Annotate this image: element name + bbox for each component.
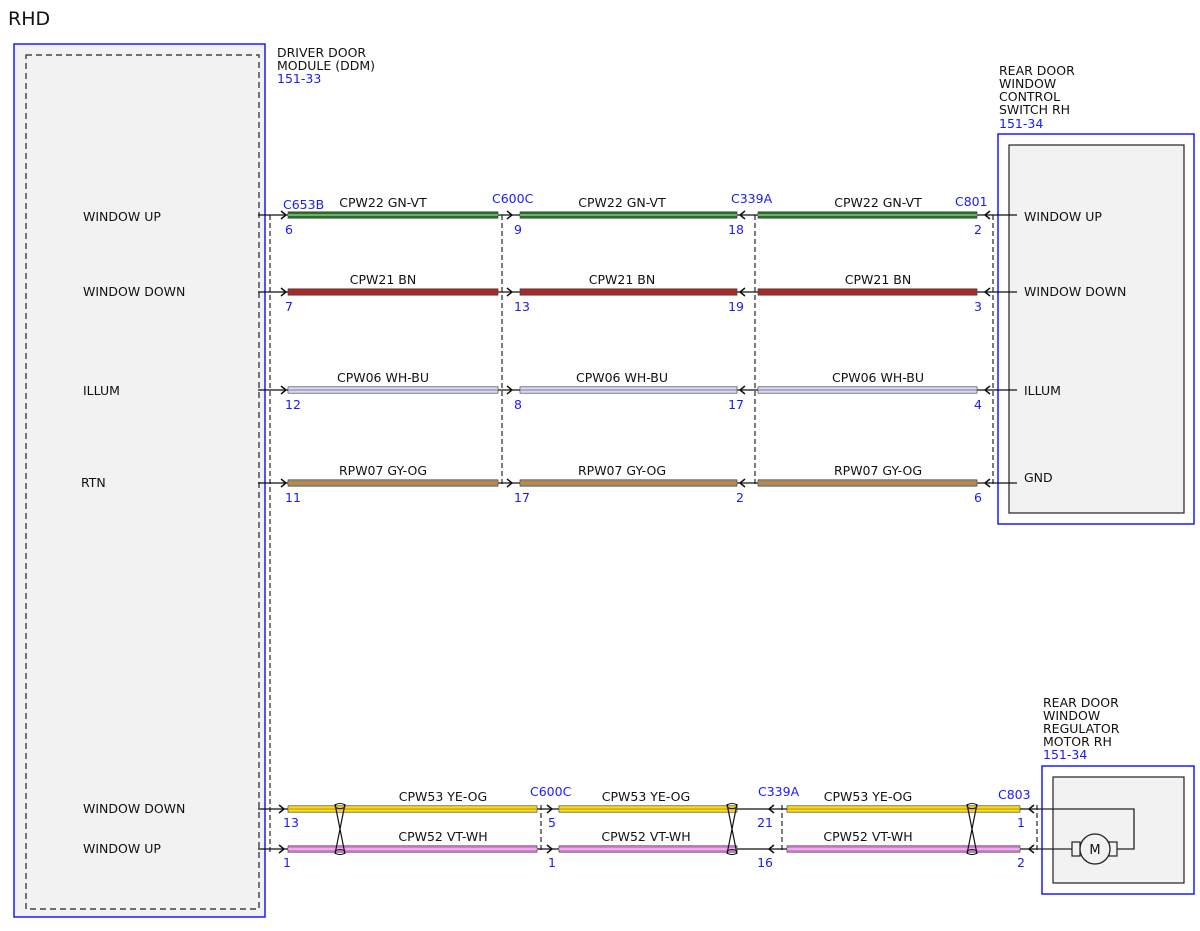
pin-number: 7 [285,299,293,314]
connector-id: C803 [998,787,1031,802]
wire-segment: CPW21 BN [757,272,978,296]
switch-module: REAR DOOR WINDOW CONTROL SWITCH RH 151-3… [997,63,1195,525]
connector-id: C339A [758,784,800,799]
wire-segment: CPW06 WH-BU [287,370,499,394]
switch-pin-label: WINDOW DOWN [1024,284,1126,299]
wiring-diagram: RHD DRIVER DOOR MODULE (DDM) 151-33 WIND… [0,0,1200,927]
pin-number: 6 [974,490,982,505]
wire-label: CPW52 VT-WH [823,829,912,844]
wire-segment: CPW53 YE-OG [558,789,738,813]
wire-segment: CPW52 VT-WH [558,829,738,853]
wire-segment: CPW53 YE-OG [287,789,538,813]
wire-label: CPW22 GN-VT [339,195,427,210]
pin-number: 2 [974,222,982,237]
wire-segment: RPW07 GY-OG [287,463,499,487]
pin-number: 1 [283,855,291,870]
pin-number: 12 [285,397,301,412]
wire-segment: RPW07 GY-OG [757,463,978,487]
connector-id: C801 [955,194,988,209]
ddm-pin-label: WINDOW UP [83,841,161,856]
ddm-pin-label: RTN [81,475,106,490]
wire-segment: CPW52 VT-WH [786,829,1021,853]
pin-number: 5 [548,815,556,830]
connector-id: C600C [492,191,534,206]
wire-label: RPW07 GY-OG [339,463,427,478]
wire-label: RPW07 GY-OG [578,463,666,478]
wiring-diagram-svg: RHD DRIVER DOOR MODULE (DDM) 151-33 WIND… [8,8,1195,918]
ddm-ref: 151-33 [277,71,321,86]
pin-number: 2 [736,490,744,505]
wire-label: CPW21 BN [350,272,416,287]
ddm-pin-label: WINDOW DOWN [83,284,185,299]
switch-pin-label: WINDOW UP [1024,209,1102,224]
pin-number: 1 [1017,815,1025,830]
pin-number: 13 [283,815,299,830]
wire-label: CPW22 GN-VT [578,195,666,210]
connector-id: C600C [530,784,572,799]
wire-label: CPW53 YE-OG [824,789,912,804]
motor-symbol: M [1089,843,1100,858]
wire-segment: CPW52 VT-WH [287,829,538,853]
connector-id: C653B [283,197,324,212]
motor-ref: 151-34 [1043,747,1087,762]
wire-label: CPW06 WH-BU [576,370,668,385]
wire-label: CPW06 WH-BU [337,370,429,385]
wire-segment: CPW21 BN [519,272,738,296]
wire-label: CPW53 YE-OG [399,789,487,804]
ddm-pin-label: WINDOW UP [83,209,161,224]
connector-id: C339A [731,191,773,206]
wire-label: CPW53 YE-OG [602,789,690,804]
pin-number: 11 [285,490,301,505]
wire-label: CPW52 VT-WH [398,829,487,844]
diagram-title: RHD [8,8,50,30]
pin-number: 13 [514,299,530,314]
wire-label: CPW52 VT-WH [601,829,690,844]
pin-number: 6 [285,222,293,237]
pin-number: 1 [548,855,556,870]
pin-number: 9 [514,222,522,237]
pin-number: 17 [514,490,530,505]
wire-label: RPW07 GY-OG [834,463,922,478]
switch-pin-label: GND [1024,470,1053,485]
wire-label: CPW21 BN [845,272,911,287]
wire-segment: RPW07 GY-OG [519,463,738,487]
ddm-pin-label: WINDOW DOWN [83,801,185,816]
pin-number: 3 [974,299,982,314]
wire-segment: CPW06 WH-BU [757,370,978,394]
wire-segment: CPW21 BN [287,272,499,296]
switch-pin-label: ILLUM [1024,383,1061,398]
pin-number: 21 [757,815,773,830]
wire-segment: CPW06 WH-BU [519,370,738,394]
wire-segment: CPW22 GN-VT [757,195,978,219]
motor-module: REAR DOOR WINDOW REGULATOR MOTOR RH 151-… [1037,695,1195,895]
pin-number: 4 [974,397,982,412]
pin-number: 19 [728,299,744,314]
pin-number: 16 [757,855,773,870]
wire-segment: CPW53 YE-OG [786,789,1021,813]
pin-number: 8 [514,397,522,412]
pin-number: 17 [728,397,744,412]
wire-segment: CPW22 GN-VT [519,195,738,219]
wire-label: CPW06 WH-BU [832,370,924,385]
wire-label: CPW21 BN [589,272,655,287]
wire-label: CPW22 GN-VT [834,195,922,210]
ddm-pin-label: ILLUM [83,383,120,398]
pin-number: 2 [1017,855,1025,870]
pin-number: 18 [728,222,744,237]
switch-name-line-4: SWITCH RH [999,102,1070,117]
switch-ref: 151-34 [999,116,1043,131]
